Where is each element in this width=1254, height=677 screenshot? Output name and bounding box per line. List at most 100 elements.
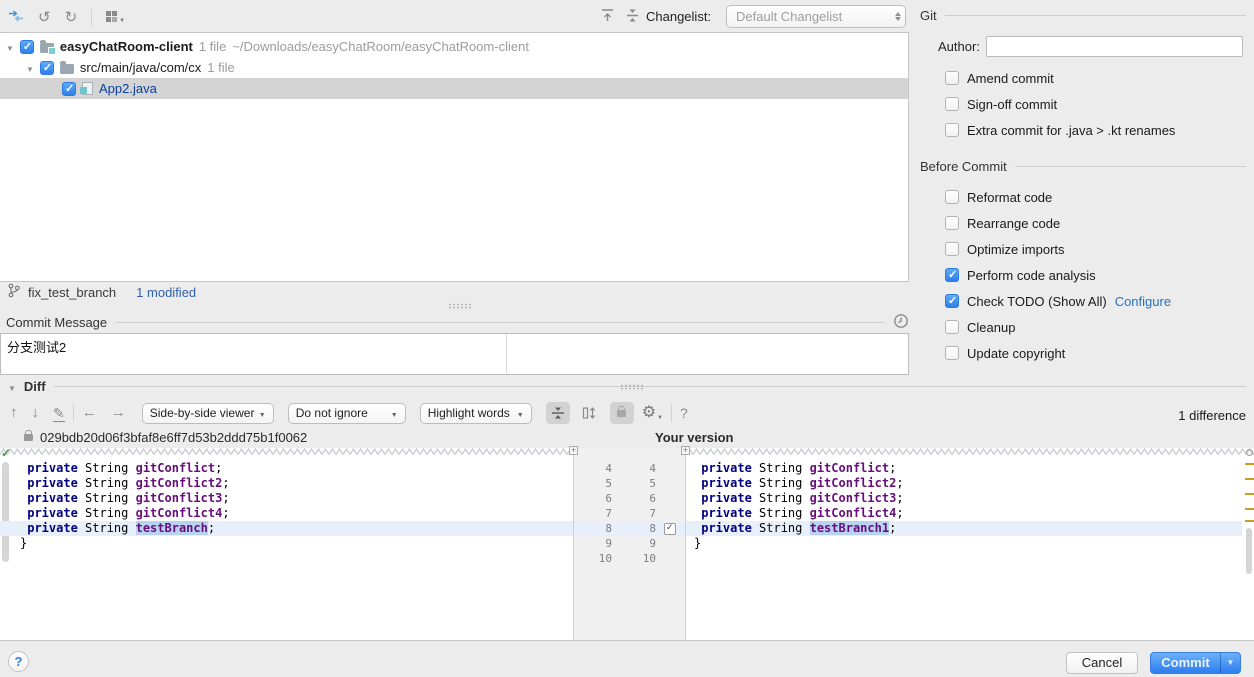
diff-help-icon[interactable]: ? — [680, 405, 688, 421]
checkbox-label: Sign-off commit — [967, 96, 1058, 112]
diff-right-title: Your version — [655, 430, 734, 445]
disable-editing-lock-icon[interactable] — [609, 402, 634, 424]
checkbox[interactable] — [945, 294, 959, 308]
warning-stripe-mark[interactable] — [1245, 478, 1254, 480]
author-input[interactable] — [985, 36, 1243, 57]
splitter-grip[interactable] — [448, 303, 472, 310]
splitter-grip[interactable] — [620, 384, 644, 391]
refresh-icon[interactable]: ↻ — [65, 9, 78, 26]
warning-stripe-mark[interactable] — [1245, 520, 1254, 522]
checkbox-option[interactable]: Amend commit — [910, 65, 1254, 91]
diff-left-editor[interactable]: private String gitConflict; private Stri… — [0, 448, 573, 640]
collapse-diff-icon[interactable] — [8, 379, 16, 394]
chevron-down-icon — [259, 406, 266, 420]
tree-row-file-selected[interactable]: App2.java — [0, 78, 908, 99]
checkbox-option[interactable]: Update copyright — [910, 340, 1254, 366]
line-number-left: 9 — [605, 537, 612, 550]
code-line: private String gitConflict4; — [701, 506, 904, 520]
include-checkbox[interactable] — [62, 81, 76, 96]
changelist-value: Default Changelist — [736, 9, 843, 24]
diff-editors: private String gitConflict; private Stri… — [0, 446, 1254, 641]
history-clock-icon[interactable] — [893, 313, 909, 332]
configure-link[interactable]: Configure — [1115, 294, 1171, 309]
diff-right-editor[interactable]: private String gitConflict; private Stri… — [686, 448, 1254, 640]
changelist-select[interactable]: Default Changelist — [726, 5, 906, 28]
diff-left-title-row: 029bdb20d06f3bfaf8e6ff7d53b2ddd75b1f0062 — [24, 430, 307, 445]
line-number-right: 7 — [649, 507, 656, 520]
next-difference-icon[interactable]: ↓ — [32, 405, 40, 421]
warning-stripe-mark[interactable] — [1245, 493, 1254, 495]
code-line: private String testBranch1; — [686, 521, 1242, 536]
whitespace-ignore-select[interactable]: Do not ignore — [287, 402, 406, 424]
checkbox[interactable] — [945, 346, 959, 360]
checkbox-option[interactable]: Extra commit for .java > .kt renames — [910, 117, 1254, 143]
checkbox-option[interactable]: Reformat code — [910, 184, 1254, 210]
diff-gutter: 4455667788991010 — [573, 448, 686, 640]
chevron-down-icon[interactable] — [26, 60, 34, 75]
checkbox-option[interactable]: Cleanup — [910, 314, 1254, 340]
tree-item-count: 1 file — [198, 39, 227, 54]
expand-context-icon[interactable] — [569, 446, 578, 455]
checkbox[interactable] — [945, 97, 959, 111]
toolbar-separator — [671, 404, 673, 422]
compare-previous-file-icon[interactable]: ← — [82, 405, 97, 421]
tree-row-package[interactable]: src/main/java/com/cx 1 file — [0, 57, 908, 78]
right-scrollbar-thumb[interactable] — [1246, 528, 1252, 574]
include-checkbox[interactable] — [19, 39, 34, 54]
checkbox[interactable] — [945, 242, 959, 256]
commit-dropdown-arrow[interactable] — [1220, 653, 1240, 673]
warning-stripe-mark[interactable] — [1245, 508, 1254, 510]
compare-next-file-icon[interactable]: → — [111, 405, 126, 421]
checkbox[interactable] — [945, 268, 959, 282]
checkbox-option[interactable]: Rearrange code — [910, 210, 1254, 236]
help-button[interactable]: ? — [8, 651, 29, 672]
tree-item-count: 1 file — [207, 60, 235, 75]
code-line: private String gitConflict2; — [27, 476, 230, 490]
gutter-row: 88 — [574, 521, 685, 536]
checkbox-option[interactable]: Sign-off commit — [910, 91, 1254, 117]
commit-button[interactable]: Commit — [1151, 653, 1220, 673]
before-commit-title: Before Commit — [920, 159, 1007, 174]
commit-message-editor[interactable]: 分支测试2 — [0, 333, 909, 375]
gutter-row: 66 — [574, 491, 685, 506]
warning-stripe-mark[interactable] — [1245, 463, 1254, 465]
include-change-checkbox[interactable] — [664, 522, 676, 535]
toolbar-separator — [91, 8, 93, 27]
line-number-right: 5 — [649, 477, 656, 490]
expand-all-icon[interactable] — [600, 8, 615, 26]
line-number-left: 4 — [605, 462, 612, 475]
include-checkbox[interactable] — [39, 60, 54, 75]
before-commit-header: Before Commit — [920, 159, 1246, 174]
checkbox-option[interactable]: Perform code analysis — [910, 262, 1254, 288]
checkbox[interactable] — [945, 190, 959, 204]
viewer-mode-select[interactable]: Side-by-side viewer — [141, 402, 274, 424]
modified-count[interactable]: 1 modified — [136, 285, 196, 300]
diff-toolbar: ↑ ↓ ✎ ← → Side-by-side viewer Do not ign… — [10, 402, 688, 424]
group-by-icon[interactable]: ▼ — [106, 11, 125, 24]
line-number-right: 4 — [649, 462, 656, 475]
tree-item-label: easyChatRoom-client — [59, 39, 193, 54]
commit-message-title: Commit Message — [6, 315, 108, 330]
edit-source-icon[interactable]: ✎ — [53, 405, 65, 422]
collapse-unchanged-icon[interactable] — [545, 402, 570, 424]
checkbox[interactable] — [945, 71, 959, 85]
rollback-icon[interactable]: ↺ — [38, 9, 51, 26]
gutter-row: 44 — [574, 461, 685, 476]
checkbox-option[interactable]: Optimize imports — [910, 236, 1254, 262]
checkbox[interactable] — [945, 216, 959, 230]
checkbox[interactable] — [945, 123, 959, 137]
checkbox[interactable] — [945, 320, 959, 334]
collapse-all-icon[interactable] — [625, 8, 640, 26]
chevron-down-icon[interactable] — [6, 39, 14, 54]
commit-options-list: Amend commit Sign-off commit Extra commit … — [910, 65, 1254, 143]
highlight-mode-select[interactable]: Highlight words — [419, 402, 532, 424]
synchronize-scrolling-icon[interactable] — [578, 402, 602, 424]
folder-icon — [59, 60, 74, 74]
tree-row-project[interactable]: easyChatRoom-client 1 file ~/Downloads/e… — [0, 36, 908, 57]
checkbox-option[interactable]: Check TODO (Show All) Configure — [910, 288, 1254, 314]
previous-difference-icon[interactable]: ↑ — [10, 405, 18, 421]
move-to-changelist-icon[interactable] — [8, 8, 24, 27]
cancel-button[interactable]: Cancel — [1066, 652, 1138, 674]
diff-settings-gear-icon[interactable]: ⚙ ▼ — [642, 405, 663, 422]
commit-message-text: 分支测试2 — [7, 340, 67, 355]
